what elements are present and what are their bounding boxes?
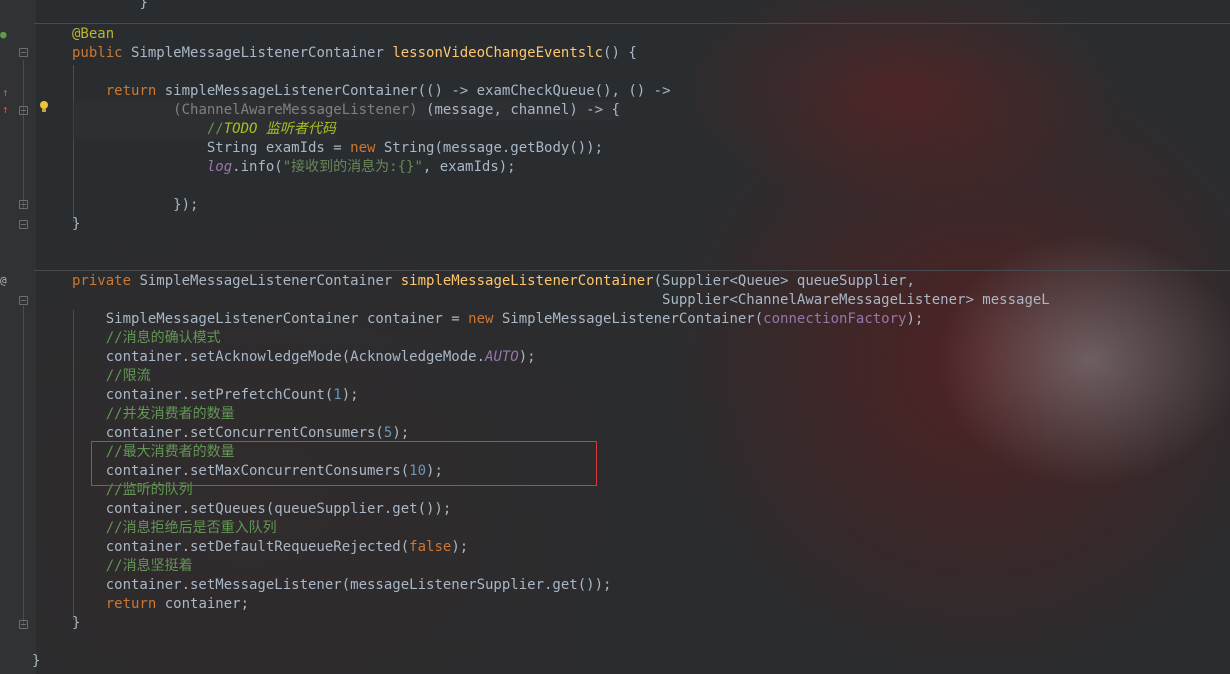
code-token: 监听者代码 xyxy=(265,121,336,137)
code-line[interactable]: container.setQueues(queueSupplier.get())… xyxy=(72,500,452,519)
code-line[interactable]: container.setPrefetchCount(1); xyxy=(72,386,359,405)
code-token: return xyxy=(105,83,165,99)
code-token: ); xyxy=(906,311,924,327)
code-line[interactable]: //消息的确认模式 xyxy=(72,329,221,348)
code-line[interactable]: log.info("接收到的消息为:{}", examIds); xyxy=(72,158,516,177)
code-line[interactable]: //消息坚挺着 xyxy=(72,557,193,576)
code-line[interactable]: String examIds = new String(message.getB… xyxy=(72,139,603,158)
code-token: 1 xyxy=(333,387,342,403)
code-area[interactable]: } @Bean public SimpleMessageListenerContai… xyxy=(0,0,1230,674)
code-token: SimpleMessageListenerContainer xyxy=(131,45,393,61)
code-token: public xyxy=(72,45,132,61)
code-line[interactable]: //并发消费者的数量 xyxy=(72,405,235,424)
code-token: ); xyxy=(392,425,410,441)
code-token: return xyxy=(105,596,165,612)
code-token: (() -> xyxy=(417,83,477,99)
code-token: //消息的确认模式 xyxy=(105,330,221,346)
code-token: container.setConcurrentConsumers( xyxy=(72,425,384,441)
code-token: container; xyxy=(164,596,250,612)
code-token: new xyxy=(468,311,502,327)
code-token: String(message.getBody()); xyxy=(383,140,604,156)
code-token: .info( xyxy=(232,159,283,175)
code-token: } xyxy=(139,0,148,11)
code-line[interactable]: public SimpleMessageListenerContainer le… xyxy=(72,44,637,63)
code-token: false xyxy=(409,539,452,555)
code-token: SimpleMessageListenerContainer container… xyxy=(72,311,469,327)
code-token: //消息拒绝后是否重入队列 xyxy=(105,520,277,536)
code-line[interactable]: container.setAcknowledgeMode(Acknowledge… xyxy=(72,348,536,367)
code-line[interactable]: }); xyxy=(72,196,198,215)
code-line[interactable]: container.setDefaultRequeueRejected(fals… xyxy=(72,538,468,557)
code-token: // xyxy=(206,121,224,137)
code-token: ); xyxy=(341,387,359,403)
code-token: //限流 xyxy=(105,368,151,384)
code-token: SimpleMessageListenerContainer( xyxy=(501,311,764,327)
code-line[interactable]: //TODO 监听者代码 xyxy=(72,120,336,139)
code-token: Supplier<ChannelAwareMessageListener> me… xyxy=(72,292,1050,308)
code-line[interactable]: } xyxy=(72,614,80,633)
code-token: (), () -> xyxy=(594,83,671,99)
code-token: new xyxy=(350,140,384,156)
code-line[interactable]: (ChannelAwareMessageListener) (message, … xyxy=(72,101,620,120)
code-token: simpleMessageListenerContainer xyxy=(400,273,654,289)
code-token: } xyxy=(32,653,41,669)
code-line[interactable]: //消息拒绝后是否重入队列 xyxy=(72,519,277,538)
code-token: container.setQueues(queueSupplier.get())… xyxy=(72,501,452,517)
code-line[interactable]: @Bean xyxy=(72,25,114,44)
code-line[interactable]: container.setMessageListener(messageList… xyxy=(72,576,612,595)
code-token: @Bean xyxy=(72,26,115,42)
code-line[interactable]: return container; xyxy=(72,595,249,614)
code-token: lessonVideoChangeEventslc xyxy=(392,45,604,61)
code-token: } xyxy=(72,615,81,631)
code-token: (message, channel) -> { xyxy=(426,102,620,118)
code-line[interactable]: } xyxy=(72,0,148,13)
code-token: ); xyxy=(451,539,469,555)
code-token: examCheckQueue xyxy=(476,83,595,99)
code-token: connectionFactory xyxy=(763,311,907,327)
code-line[interactable]: Supplier<ChannelAwareMessageListener> me… xyxy=(72,291,1050,310)
code-token: } xyxy=(72,216,81,232)
code-token: container.setAcknowledgeMode(Acknowledge… xyxy=(72,349,486,365)
code-token: //并发消费者的数量 xyxy=(105,406,235,422)
highlight-box xyxy=(91,441,597,486)
code-line[interactable]: private SimpleMessageListenerContainer s… xyxy=(72,272,915,291)
code-token: TODO xyxy=(223,121,266,137)
code-token: log xyxy=(206,159,233,175)
code-token: container.setDefaultRequeueRejected( xyxy=(72,539,410,555)
code-token: (ChannelAwareMessageListener) xyxy=(173,102,427,118)
code-token: private xyxy=(72,273,140,289)
code-token: "接收到的消息为:{}" xyxy=(282,159,423,175)
code-token: SimpleMessageListenerContainer xyxy=(139,273,401,289)
code-token: () { xyxy=(603,45,637,61)
code-token: , examIds); xyxy=(422,159,516,175)
code-token: simpleMessageListenerContainer xyxy=(164,83,418,99)
code-token: container.setPrefetchCount( xyxy=(72,387,334,403)
code-line[interactable]: return simpleMessageListenerContainer(()… xyxy=(72,82,671,101)
code-token: //消息坚挺着 xyxy=(105,558,193,574)
code-line[interactable]: SimpleMessageListenerContainer container… xyxy=(72,310,924,329)
code-line[interactable]: //限流 xyxy=(72,367,151,386)
code-token: container.setMessageListener(messageList… xyxy=(72,577,612,593)
code-line[interactable]: } xyxy=(32,652,40,671)
code-token: String examIds = xyxy=(72,140,351,156)
code-token: ); xyxy=(518,349,536,365)
code-line[interactable]: } xyxy=(72,215,80,234)
code-token: (Supplier<Queue> queueSupplier, xyxy=(653,273,915,289)
code-token: }); xyxy=(72,197,199,213)
code-token: AUTO xyxy=(485,349,519,365)
